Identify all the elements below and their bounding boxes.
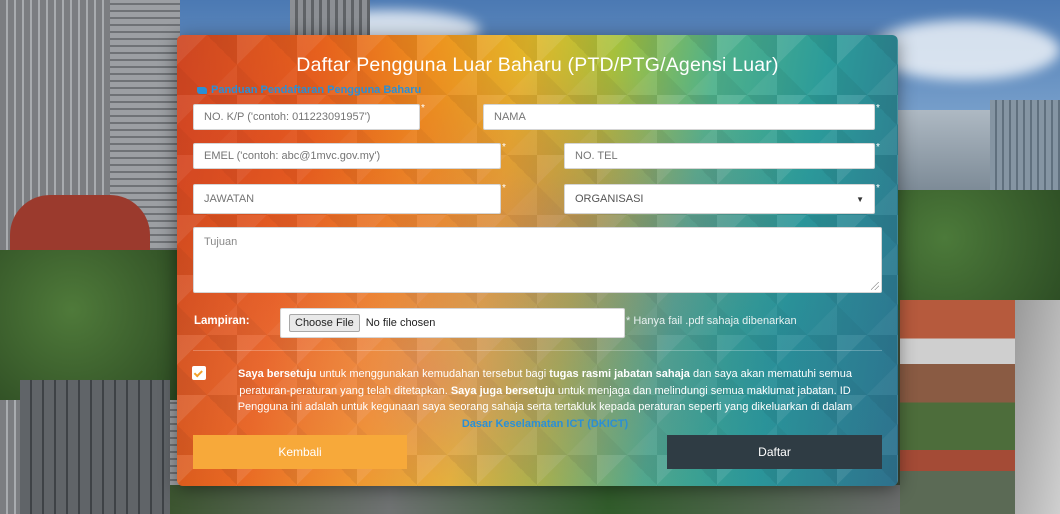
agreement-text-2: untuk menggunakan kemudahan tersebut bag… [316,368,550,380]
guide-link[interactable]: Panduan Pendaftaran Pengguna Baharu [197,84,421,96]
required-mark: * [876,142,880,153]
agreement-bold-5: Saya juga bersetuju [450,384,555,397]
register-button[interactable]: Daftar [667,435,882,469]
page-title: Daftar Pengguna Luar Baharu (PTD/PTG/Age… [296,54,779,76]
phone-field[interactable] [564,143,875,169]
policy-link[interactable]: Dasar Keselamatan ICT (DKICT) [462,418,628,430]
purpose-placeholder: Tujuan [204,236,238,248]
background-road [1015,300,1060,514]
resize-grip-icon[interactable] [871,282,879,290]
background-building [10,195,150,255]
required-mark: * [502,142,506,153]
book-icon [197,86,207,94]
registration-panel: Daftar Pengguna Luar Baharu (PTD/PTG/Age… [177,35,898,486]
agreement-text: Saya bersetuju untuk menggunakan kemudah… [215,366,875,432]
checkmark-icon [193,367,203,377]
background-ground [170,485,900,514]
attachment-label: Lampiran: [194,315,250,327]
guide-link-label: Panduan Pendaftaran Pengguna Baharu [211,84,422,96]
background-trees [0,250,180,400]
organisation-select-value: ORGANISASI [575,193,644,205]
agreement-bold-1: Saya bersetuju [238,368,317,380]
agreement-bold-3: tugas rasmi jabatan sahaja [549,368,690,380]
required-mark: * [421,103,425,114]
file-status: No file chosen [365,317,436,329]
background-building [290,0,370,40]
required-mark: * [876,183,880,194]
back-button[interactable]: Kembali [193,435,407,469]
choose-file-button[interactable]: Choose File [289,314,360,332]
purpose-textarea[interactable]: Tujuan [193,227,882,293]
divider [193,350,882,351]
position-field[interactable] [193,184,501,214]
attachment-note: * Hanya fail .pdf sahaja dibenarkan [626,315,797,327]
email-field[interactable] [193,143,501,169]
kp-field[interactable] [193,104,420,130]
required-mark: * [876,103,880,114]
background-cloud [870,20,1060,80]
required-mark: * [502,183,506,194]
attachment-input[interactable]: Choose File No file chosen [280,308,625,338]
background-building [20,380,170,514]
chevron-down-icon: ▼ [856,194,864,204]
organisation-select[interactable]: ORGANISASI ▼ [564,184,875,214]
name-field[interactable] [483,104,875,130]
agree-checkbox[interactable] [192,366,206,380]
background-building [990,100,1060,190]
background-trees [895,190,1060,310]
